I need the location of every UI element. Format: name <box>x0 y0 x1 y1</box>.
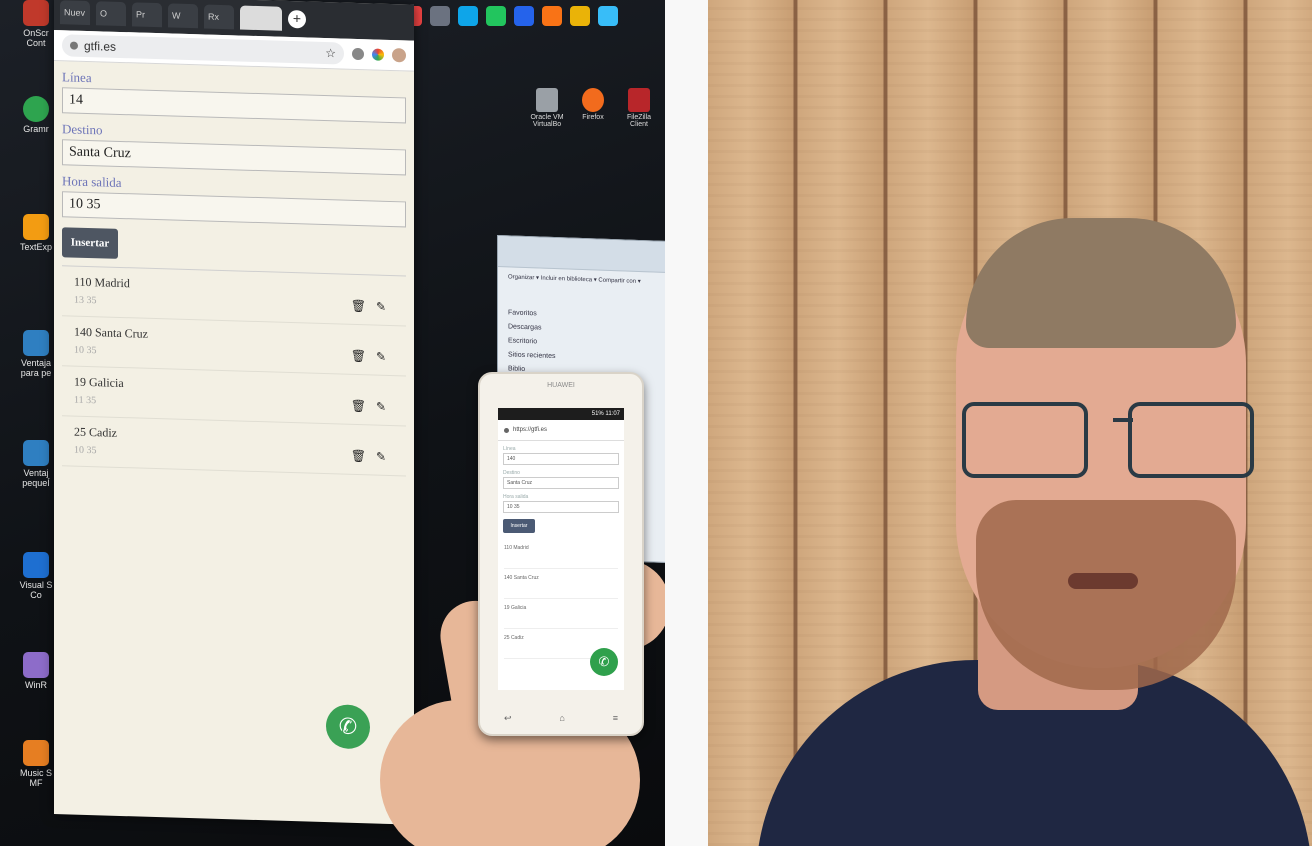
taskbar-icon[interactable] <box>430 6 450 26</box>
list-item: 25 Cadiz 10 35 🗑 ✎ <box>62 416 406 477</box>
pencil-icon[interactable]: ✎ <box>376 300 386 315</box>
trash-icon[interactable]: 🗑 <box>351 349 366 364</box>
trash-icon[interactable]: 🗑 <box>351 449 366 464</box>
webcam-feed <box>708 0 1312 846</box>
app-icon <box>23 96 49 122</box>
taskbar-icon[interactable] <box>486 6 506 26</box>
glasses-bridge <box>1113 418 1133 422</box>
back-icon[interactable]: ↩ <box>504 713 512 724</box>
browser-tab[interactable]: O <box>96 1 126 27</box>
phone-status-bar: 51% 11:07 <box>498 408 624 420</box>
star-icon[interactable]: ☆ <box>325 46 336 60</box>
url-text: gtfi.es <box>84 38 117 54</box>
phone-address-bar[interactable]: https://gtfi.es <box>498 420 624 441</box>
app-icon <box>23 552 49 578</box>
pencil-icon[interactable]: ✎ <box>376 350 386 365</box>
phone-whatsapp-button[interactable]: ✆ <box>590 648 618 676</box>
browser-tab[interactable]: Rx <box>204 4 234 30</box>
phone-list-item: 110 Madrid <box>504 539 618 569</box>
browser-tab[interactable]: Nuev <box>60 0 90 26</box>
pencil-icon[interactable]: ✎ <box>376 450 386 465</box>
browser-tab[interactable]: Pr <box>132 2 162 28</box>
panel-divider <box>665 0 708 846</box>
app-icon <box>23 652 49 678</box>
desktop-shortcuts-right: Oracle VM VirtualBo Firefox FileZilla Cl… <box>530 88 656 128</box>
app-icon <box>23 0 49 26</box>
desktop-icon-label: Oracle VM VirtualBo <box>530 114 564 128</box>
extension-icon[interactable] <box>352 47 364 61</box>
phone-field-label: Destino <box>503 470 520 476</box>
phone-list-item: 140 Santa Cruz <box>504 569 618 599</box>
taskbar-icon[interactable] <box>598 6 618 26</box>
firefox-icon <box>582 88 604 112</box>
trash-icon[interactable]: 🗑 <box>351 299 366 314</box>
phone-field-label: Línea <box>503 446 516 452</box>
pencil-icon[interactable]: ✎ <box>376 400 386 415</box>
taskbar-icon[interactable] <box>514 6 534 26</box>
desktop-icon-filezilla[interactable]: FileZilla Client <box>622 88 656 128</box>
phone-nav-bar: ↩ ⌂ ≡ <box>480 713 642 724</box>
avatar[interactable] <box>392 48 406 63</box>
tab-label: Pr <box>136 9 145 20</box>
desktop-icon-label: FileZilla Client <box>626 114 652 128</box>
tab-label: O <box>100 8 108 19</box>
taskbar-icon[interactable] <box>458 6 478 26</box>
phone-field-label: Hora salida <box>503 494 529 500</box>
explorer-sidebar: Favoritos Descargas Escritorio Sitios re… <box>508 306 555 378</box>
app-icon <box>23 214 49 240</box>
presenter-mouth <box>1068 573 1138 589</box>
glasses-lens-right <box>1128 402 1254 478</box>
browser-tab-active[interactable] <box>240 5 282 31</box>
whatsapp-button[interactable]: ✆ <box>326 704 370 750</box>
smartphone: HUAWEI 51% 11:07 https://gtfi.es Línea 1… <box>478 372 644 736</box>
desktop-icon-virtualbox[interactable]: Oracle VM VirtualBo <box>530 88 564 128</box>
app-icon <box>23 330 49 356</box>
menu-icon[interactable]: ≡ <box>613 713 618 724</box>
glasses-lens-left <box>962 402 1088 478</box>
filezilla-icon <box>628 88 650 112</box>
new-tab-button[interactable]: + <box>288 9 306 29</box>
phone-input-hora[interactable]: 10 35 <box>503 501 619 513</box>
taskbar-icon[interactable] <box>542 6 562 26</box>
phone-screen: 51% 11:07 https://gtfi.es Línea 140 Dest… <box>498 408 624 690</box>
departures-list: 110 Madrid 13 35 🗑 ✎ 140 Santa Cruz 10 35… <box>62 265 406 477</box>
app-icon <box>23 440 49 466</box>
phone-brand: HUAWEI <box>547 382 575 389</box>
tab-label: Nuev <box>64 7 86 18</box>
browser-window: Nuev O Pr W Rx + gtfi.es ☆ Línea 14 Dest… <box>54 0 414 825</box>
phone-list-item: 19 Galicia <box>504 599 618 629</box>
screen-recording-panel: OnScr Cont Gramr TextExp Ventaja para pe… <box>0 0 665 846</box>
address-bar[interactable]: gtfi.es ☆ <box>62 34 344 65</box>
home-icon[interactable]: ⌂ <box>559 713 564 724</box>
desktop-icon-firefox[interactable]: Firefox <box>576 88 610 128</box>
phone-insert-button[interactable]: Insertar <box>503 519 535 533</box>
app-icon <box>23 740 49 766</box>
desktop-icon-label: Firefox <box>582 114 604 121</box>
chrome-extension-icon[interactable] <box>372 48 384 61</box>
phone-input-destino[interactable]: Santa Cruz <box>503 477 619 489</box>
webapp-page: Línea 14 Destino Santa Cruz Hora salida … <box>54 69 414 477</box>
lock-icon <box>70 41 78 50</box>
tab-label: Rx <box>208 11 219 22</box>
phone-input-linea[interactable]: 140 <box>503 453 619 465</box>
insert-button[interactable]: Insertar <box>62 227 118 259</box>
virtualbox-icon <box>536 88 558 112</box>
browser-tab-whatsapp[interactable]: W <box>168 3 198 29</box>
tab-label: W <box>172 10 181 21</box>
phone-url-text: https://gtfi.es <box>513 427 548 433</box>
taskbar-icon[interactable] <box>570 6 590 26</box>
lock-icon <box>504 427 509 433</box>
trash-icon[interactable]: 🗑 <box>351 399 366 414</box>
